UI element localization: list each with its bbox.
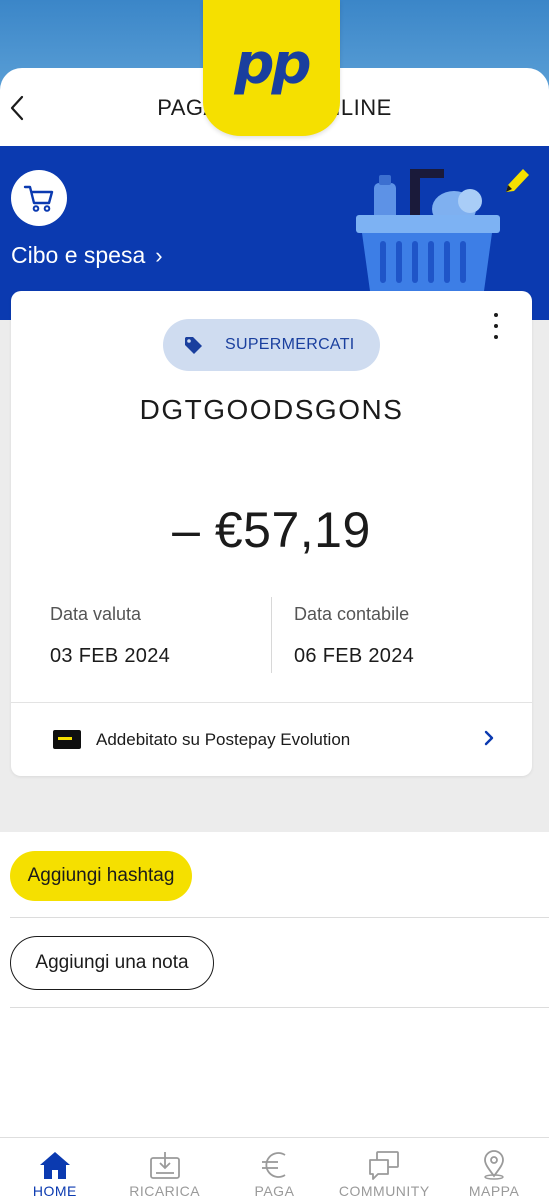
- nav-item-home[interactable]: HOME: [0, 1138, 110, 1200]
- category-name: Cibo e spesa: [11, 242, 146, 268]
- value-date: 03 FEB 2024: [50, 645, 171, 667]
- nav-label: HOME: [32, 1183, 77, 1199]
- logo-text: pp: [234, 31, 311, 97]
- nav-item-ricarica[interactable]: RICARICA: [110, 1138, 220, 1200]
- tag-icon: [185, 337, 202, 354]
- booking-date-label: Data contabile: [294, 604, 410, 624]
- transaction-amount: – €57,19: [172, 502, 371, 558]
- divider: [10, 917, 549, 918]
- nav-label: RICARICA: [129, 1183, 201, 1199]
- nav-item-paga[interactable]: PAGA: [220, 1138, 330, 1200]
- divider: [10, 1007, 549, 1008]
- nav-label: PAGA: [254, 1183, 295, 1199]
- chevron-right-icon: ›: [155, 242, 163, 268]
- home-icon: [39, 1152, 70, 1179]
- bottom-navigation: HOME RICARICA PAGA COMMUNITY MAPPA: [0, 1137, 549, 1200]
- map-pin-icon: [484, 1150, 504, 1180]
- debit-account-text: Addebitato su Postepay Evolution: [96, 729, 351, 749]
- chevron-right-icon: [484, 730, 494, 746]
- merchant-name: DGTGOODSGONS: [139, 394, 404, 425]
- booking-date-block: Data contabile 06 FEB 2024: [294, 604, 414, 668]
- nav-item-mappa[interactable]: MAPPA: [439, 1138, 549, 1200]
- value-date-block: Data valuta 03 FEB 2024: [50, 604, 170, 668]
- category-tag-chip[interactable]: SUPERMERCATI: [163, 319, 380, 371]
- payment-card-icon: [53, 730, 81, 749]
- more-options-button[interactable]: [486, 313, 506, 339]
- community-icon: [369, 1151, 400, 1180]
- tag-label: SUPERMERCATI: [225, 336, 355, 353]
- date-divider: [271, 597, 272, 673]
- euro-icon: [262, 1152, 286, 1178]
- grocery-basket-illustration: [356, 169, 500, 291]
- debit-account-row[interactable]: Addebitato su Postepay Evolution: [11, 703, 532, 776]
- transaction-card: SUPERMERCATI DGTGOODSGONS – €57,19 Data …: [11, 291, 532, 776]
- kebab-dot: [494, 335, 498, 339]
- booking-date: 06 FEB 2024: [294, 645, 415, 667]
- poste-pay-logo: pp: [203, 0, 340, 136]
- add-note-button[interactable]: Aggiungi una nota: [10, 936, 214, 990]
- nav-label: COMMUNITY: [338, 1183, 430, 1199]
- kebab-dot: [494, 324, 498, 328]
- edit-pencil-icon[interactable]: [502, 165, 532, 197]
- category-link[interactable]: Cibo e spesa ›: [11, 242, 163, 269]
- nav-item-community[interactable]: COMMUNITY: [329, 1138, 439, 1200]
- nav-label: MAPPA: [468, 1183, 520, 1199]
- recharge-icon: [149, 1152, 180, 1179]
- category-icon-badge: [11, 170, 67, 226]
- add-hashtag-button[interactable]: Aggiungi hashtag: [10, 851, 192, 901]
- value-date-label: Data valuta: [50, 604, 142, 624]
- cart-icon: [23, 185, 54, 212]
- kebab-dot: [494, 313, 498, 317]
